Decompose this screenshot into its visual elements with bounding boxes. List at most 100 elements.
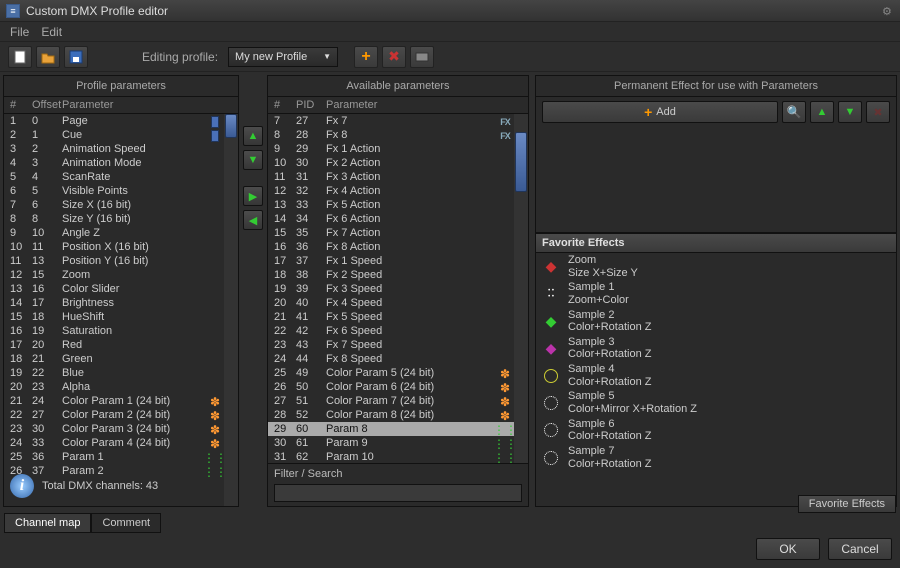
ok-button[interactable]: OK [756, 538, 820, 560]
list-item[interactable]: 1737Fx 1 Speed [268, 254, 528, 268]
open-button[interactable] [36, 46, 60, 68]
list-item[interactable]: 1232Fx 4 Action [268, 184, 528, 198]
profile-select[interactable]: My new Profile ▼ [228, 47, 338, 67]
list-item[interactable]: 88Size Y (16 bit) [4, 212, 238, 226]
list-item[interactable]: 2040Fx 4 Speed [268, 296, 528, 310]
list-item[interactable]: 1922Blue [4, 366, 238, 380]
list-item[interactable]: 1636Fx 8 Action [268, 240, 528, 254]
add-effect-label: Add [656, 106, 676, 118]
row-param: Fx 7 Action [326, 227, 522, 239]
list-item[interactable]: 3061Param 9⋮⋮ [268, 436, 528, 450]
list-item[interactable]: 32Animation Speed [4, 142, 238, 156]
list-item[interactable]: 2960Param 8⋮⋮ [268, 422, 528, 436]
list-item[interactable]: 2124Color Param 1 (24 bit)✽ [4, 394, 238, 408]
row-index: 25 [10, 451, 32, 463]
effect-sub: Zoom+Color [568, 294, 629, 307]
list-item[interactable]: 2650Color Param 6 (24 bit)✽ [268, 380, 528, 394]
menu-edit[interactable]: Edit [41, 25, 62, 39]
list-item[interactable]: 1333Fx 5 Action [268, 198, 528, 212]
list-item[interactable]: 1821Green [4, 352, 238, 366]
favorite-effect-item[interactable]: Sample 4Color+Rotation Z [536, 362, 896, 389]
list-item[interactable]: 76Size X (16 bit) [4, 198, 238, 212]
move-up-button[interactable]: ▲ [243, 126, 263, 146]
col-hash: # [274, 99, 296, 111]
move-down-button[interactable]: ▼ [243, 150, 263, 170]
list-item[interactable]: 1113Position Y (16 bit) [4, 254, 238, 268]
add-to-profile-button[interactable]: ▶ [243, 186, 263, 206]
list-item[interactable]: 1535Fx 7 Action [268, 226, 528, 240]
list-item[interactable]: 727Fx 7FX [268, 114, 528, 128]
list-item[interactable]: 1434Fx 6 Action [268, 212, 528, 226]
list-item[interactable]: 1316Color Slider [4, 282, 238, 296]
tab-channel-map[interactable]: Channel map [4, 513, 91, 533]
add-profile-button[interactable]: + [354, 46, 378, 68]
effect-up-button[interactable]: ▲ [810, 101, 834, 123]
list-item[interactable]: 1619Saturation [4, 324, 238, 338]
list-item[interactable]: 43Animation Mode [4, 156, 238, 170]
list-item[interactable]: 1011Position X (16 bit) [4, 240, 238, 254]
list-item[interactable]: 1131Fx 3 Action [268, 170, 528, 184]
favorite-effect-item[interactable]: Sample 6Color+Rotation Z [536, 417, 896, 444]
list-item[interactable]: 1518HueShift [4, 310, 238, 324]
tab-favorite-effects[interactable]: Favorite Effects [798, 495, 896, 513]
list-item[interactable]: 2444Fx 8 Speed [268, 352, 528, 366]
add-effect-button[interactable]: + Add [542, 101, 778, 123]
settings-button[interactable] [410, 46, 434, 68]
list-item[interactable]: 1720Red [4, 338, 238, 352]
delete-effect-button[interactable]: ✖ [866, 101, 890, 123]
effect-down-button[interactable]: ▼ [838, 101, 862, 123]
flower-icon: ✽ [210, 423, 220, 437]
list-item[interactable]: 3162Param 10⋮⋮ [268, 450, 528, 463]
list-item[interactable]: 1417Brightness [4, 296, 238, 310]
remove-from-profile-button[interactable]: ◀ [243, 210, 263, 230]
favorite-effect-item[interactable]: ◆Sample 3Color+Rotation Z [536, 335, 896, 362]
list-item[interactable]: 2023Alpha [4, 380, 238, 394]
list-item[interactable]: 2227Color Param 2 (24 bit)✽ [4, 408, 238, 422]
available-params-list[interactable]: 727Fx 7FX828Fx 8FX929Fx 1 Action1030Fx 2… [268, 114, 528, 463]
list-item[interactable]: 2141Fx 5 Speed [268, 310, 528, 324]
scroll-thumb[interactable] [515, 132, 527, 192]
list-item[interactable]: 2549Color Param 5 (24 bit)✽ [268, 366, 528, 380]
list-item[interactable]: 1838Fx 2 Speed [268, 268, 528, 282]
window-settings-icon[interactable]: ⚙ [882, 5, 894, 17]
list-item[interactable]: 2433Color Param 4 (24 bit)✽ [4, 436, 238, 450]
favorite-effect-item[interactable]: Sample 5Color+Mirror X+Rotation Z [536, 389, 896, 416]
favorite-effects-list[interactable]: ◆ZoomSize X+Size Y• •• •Sample 1Zoom+Col… [536, 253, 896, 471]
list-item[interactable]: 929Fx 1 Action [268, 142, 528, 156]
list-item[interactable]: 1939Fx 3 Speed [268, 282, 528, 296]
favorite-effect-item[interactable]: ◆ZoomSize X+Size Y [536, 253, 896, 280]
list-item[interactable]: 1215Zoom [4, 268, 238, 282]
list-item[interactable]: 2242Fx 6 Speed [268, 324, 528, 338]
menu-file[interactable]: File [10, 25, 29, 39]
list-item[interactable]: 65Visible Points [4, 184, 238, 198]
list-item[interactable]: 1030Fx 2 Action [268, 156, 528, 170]
row-index: 31 [274, 451, 296, 463]
list-item[interactable]: 21Cue [4, 128, 238, 142]
delete-profile-button[interactable]: ✖ [382, 46, 406, 68]
list-item[interactable]: 910Angle Z [4, 226, 238, 240]
list-item[interactable]: 54ScanRate [4, 170, 238, 184]
list-item[interactable]: 2751Color Param 7 (24 bit)✽ [268, 394, 528, 408]
profile-params-list[interactable]: 10Page21Cue32Animation Speed43Animation … [4, 114, 238, 506]
list-item[interactable]: 10Page [4, 114, 238, 128]
favorite-effect-item[interactable]: ◆Sample 2Color+Rotation Z [536, 308, 896, 335]
list-item[interactable]: 2536Param 1⋮⋮ [4, 450, 238, 464]
scrollbar[interactable] [514, 114, 528, 463]
list-item[interactable]: 2852Color Param 8 (24 bit)✽ [268, 408, 528, 422]
favorite-effect-item[interactable]: Sample 7Color+Rotation Z [536, 444, 896, 471]
tab-comment[interactable]: Comment [91, 513, 161, 533]
cancel-button[interactable]: Cancel [828, 538, 892, 560]
arrow-down-icon: ▼ [845, 106, 856, 118]
filter-input[interactable] [274, 484, 522, 502]
list-item[interactable]: 2330Color Param 3 (24 bit)✽ [4, 422, 238, 436]
list-item[interactable]: 2343Fx 7 Speed [268, 338, 528, 352]
favorite-effect-item[interactable]: • •• •Sample 1Zoom+Color [536, 280, 896, 307]
row-param: Fx 8 [326, 129, 522, 141]
new-button[interactable] [8, 46, 32, 68]
scroll-thumb[interactable] [225, 114, 237, 138]
search-effect-button[interactable]: 🔍 [782, 101, 806, 123]
scrollbar[interactable] [224, 114, 238, 506]
list-item[interactable]: 828Fx 8FX [268, 128, 528, 142]
row-index: 6 [10, 185, 32, 197]
save-button[interactable] [64, 46, 88, 68]
